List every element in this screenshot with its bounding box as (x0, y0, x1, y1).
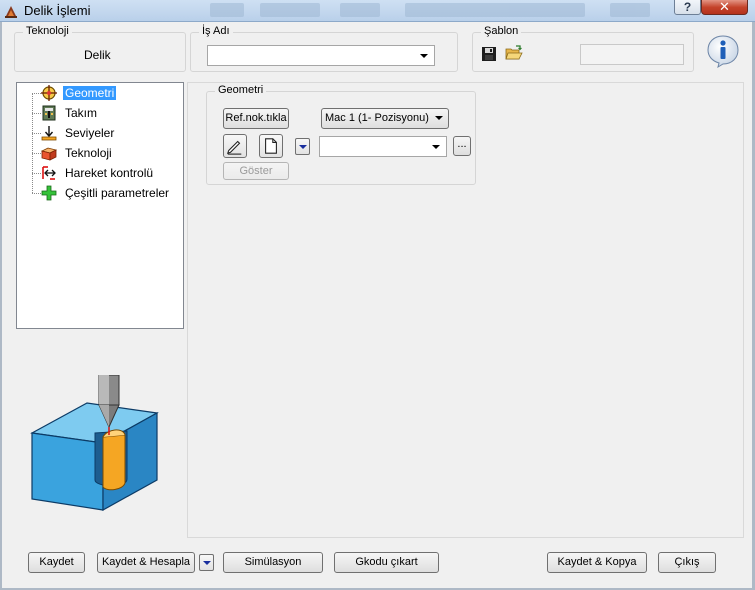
browse-button[interactable]: ... (453, 136, 471, 156)
technology-cube-icon (41, 147, 57, 161)
tree-item-label: Seviyeler (65, 126, 115, 140)
chevron-down-icon (420, 54, 428, 58)
technology-label: Teknoloji (23, 25, 72, 37)
job-name-label: İş Adı (199, 25, 233, 37)
tree-item-label: Geometri (63, 86, 117, 100)
show-button[interactable]: Göster (223, 162, 289, 180)
chevron-down-icon (435, 116, 443, 120)
tree-item-geometri[interactable]: Geometri (17, 84, 177, 102)
settings-tree: Geometri Takım Seviyeler Teknoloji Harek… (16, 82, 184, 329)
motion-control-icon (42, 166, 56, 180)
geometry-group: Geometri Ref.nok.tıkla Mac 1 (1- Pozisyo… (206, 84, 476, 185)
tree-item-label: Çeşitli parametreler (65, 186, 170, 200)
save-and-copy-button[interactable]: Kaydet & Kopya (547, 552, 647, 573)
chevron-down-icon (432, 145, 440, 149)
tree-item-takim[interactable]: Takım (17, 104, 177, 122)
drill-block-illustration (30, 375, 159, 512)
technology-group: Teknoloji Delik (14, 25, 186, 72)
pencil-icon (226, 140, 242, 155)
parameters-panel: Geometri Ref.nok.tıkla Mac 1 (1- Pozisyo… (187, 82, 744, 538)
save-button[interactable]: Kaydet (28, 552, 85, 573)
simulation-button[interactable]: Simülasyon (223, 552, 323, 573)
plus-icon (41, 185, 57, 201)
tree-item-hareket-kontrolu[interactable]: Hareket kontrolü (17, 164, 177, 182)
tree-item-label: Hareket kontrolü (65, 166, 154, 180)
ref-point-button[interactable]: Ref.nok.tıkla (223, 108, 289, 129)
window-title: Delik İşlemi (24, 3, 91, 18)
levels-arrow-icon (41, 126, 57, 141)
tool-icon (42, 105, 56, 121)
tree-item-cesitli-parametreler[interactable]: Çeşitli parametreler (17, 184, 177, 202)
tree-item-seviyeler[interactable]: Seviyeler (17, 124, 177, 142)
technology-value: Delik (84, 48, 111, 62)
options-dropdown-button[interactable] (295, 138, 310, 155)
save-icon[interactable] (481, 46, 497, 62)
open-folder-icon[interactable] (505, 45, 523, 61)
job-name-group: İş Adı (190, 25, 458, 72)
document-icon (265, 138, 277, 154)
help-button[interactable]: ? (674, 0, 701, 15)
template-field[interactable] (580, 44, 684, 65)
tree-item-label: Takım (65, 106, 98, 120)
title-bar: Delik İşlemi ? ✕ (0, 0, 755, 22)
close-button[interactable]: ✕ (701, 0, 748, 15)
gcode-export-button[interactable]: Gkodu çıkart (334, 552, 439, 573)
template-group: Şablon (472, 25, 694, 72)
dialog-client: Teknoloji Delik İş Adı Şablon Geometri T… (0, 22, 755, 590)
save-calculate-dropdown[interactable] (199, 554, 214, 571)
geometry-crosshair-icon (41, 85, 57, 101)
background-toolbar-ghost (200, 0, 670, 21)
app-drill-icon (5, 6, 17, 18)
save-and-calculate-button[interactable]: Kaydet & Hesapla (97, 552, 195, 573)
position-select[interactable]: Mac 1 (1- Pozisyonu) (321, 108, 449, 129)
tree-item-label: Teknoloji (65, 146, 112, 160)
tree-item-teknoloji[interactable]: Teknoloji (17, 144, 177, 162)
position-select-value: Mac 1 (1- Pozisyonu) (325, 112, 429, 124)
edit-pencil-button[interactable] (223, 134, 247, 158)
new-document-button[interactable] (259, 134, 283, 158)
geometry-group-label: Geometri (215, 84, 267, 96)
info-icon[interactable] (706, 34, 740, 68)
exit-button[interactable]: Çıkış (658, 552, 716, 573)
geometry-select[interactable] (319, 136, 447, 157)
job-name-combo[interactable] (207, 45, 435, 66)
template-label: Şablon (481, 25, 522, 37)
